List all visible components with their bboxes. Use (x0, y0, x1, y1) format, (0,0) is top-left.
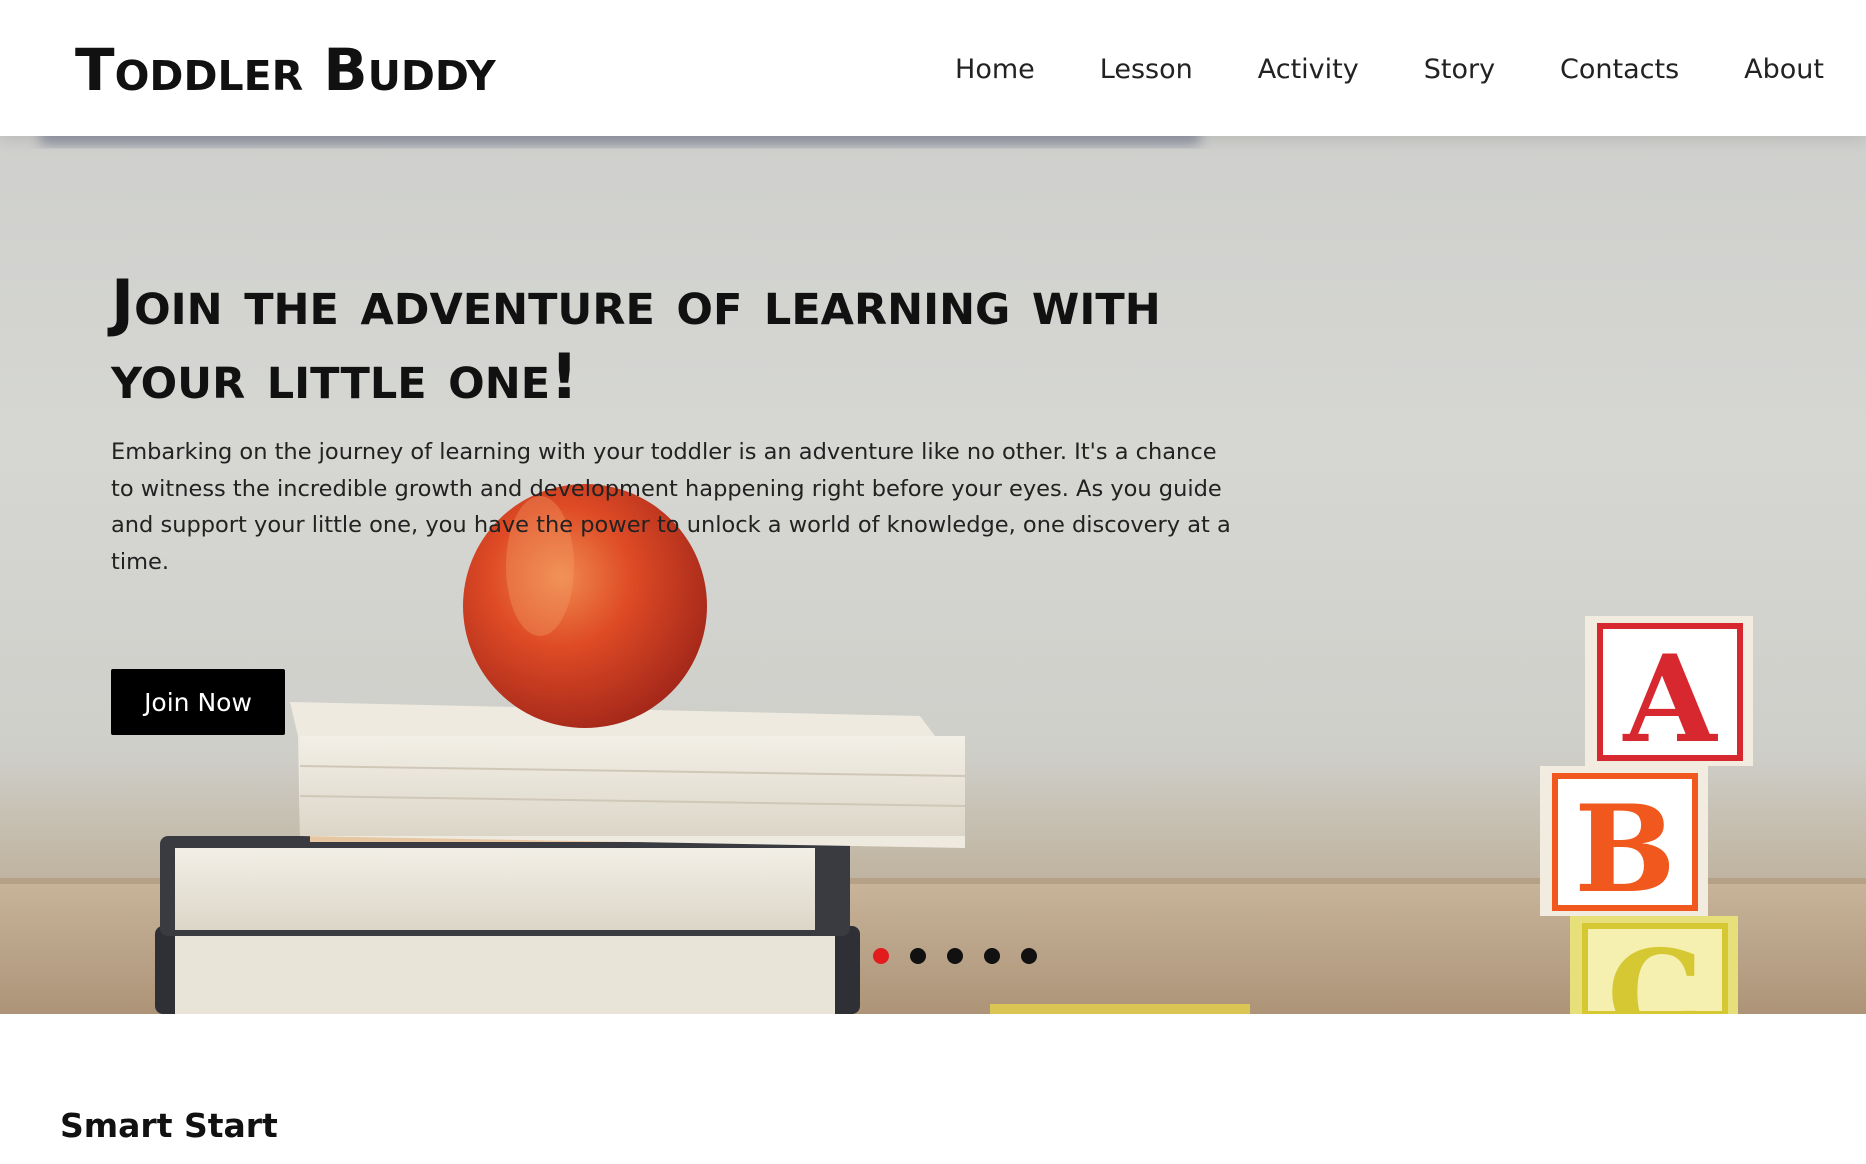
carousel-dot-1[interactable] (873, 948, 889, 964)
nav-item-story[interactable]: Story (1424, 48, 1495, 92)
nav-item-lesson[interactable]: Lesson (1100, 48, 1193, 92)
page: Toddler Buddy Home Lesson Activity Story… (0, 0, 1866, 1164)
block-letter-c: C (1607, 924, 1703, 1014)
hero-description: Embarking on the journey of learning wit… (111, 439, 1231, 575)
nav-item-about[interactable]: About (1744, 48, 1824, 92)
carousel-dot-4[interactable] (984, 948, 1000, 964)
join-now-button[interactable]: Join Now (111, 669, 285, 735)
hero-title: Join the adventure of learning with your… (111, 266, 1161, 413)
carousel-dot-5[interactable] (1021, 948, 1037, 964)
main-nav: Home Lesson Activity Story Contacts Abou… (955, 48, 1824, 92)
carousel-dot-3[interactable] (947, 948, 963, 964)
carousel-dot-2[interactable] (910, 948, 926, 964)
carousel-indicators (873, 948, 1037, 964)
hero-banner: A B C Join the adventure of learning wit… (0, 136, 1866, 1014)
nav-item-contacts[interactable]: Contacts (1560, 48, 1679, 92)
brand-logo[interactable]: Toddler Buddy (75, 34, 496, 106)
block-letter-b: B (1574, 779, 1675, 920)
nav-item-activity[interactable]: Activity (1258, 48, 1359, 92)
block-letter-a: A (1622, 629, 1718, 770)
nav-item-home[interactable]: Home (955, 48, 1035, 92)
section-title: Smart Start (60, 1106, 278, 1145)
site-header: Toddler Buddy Home Lesson Activity Story… (0, 0, 1866, 136)
